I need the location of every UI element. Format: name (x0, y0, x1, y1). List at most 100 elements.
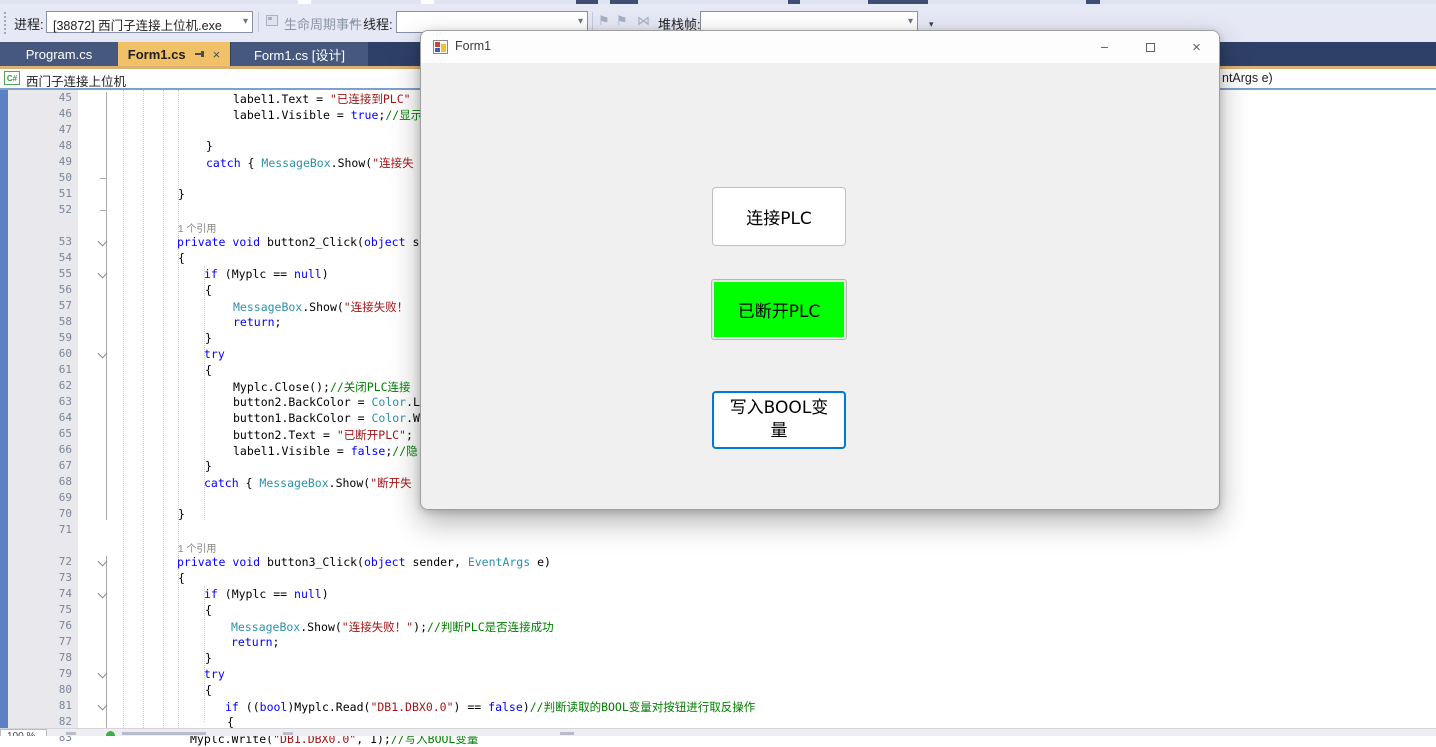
breadcrumb-method-fragment[interactable]: ntArgs e) (1222, 71, 1273, 85)
write-bool-button[interactable]: 写入BOOL变量 (712, 391, 846, 449)
form1-titlebar[interactable]: Form1 − × (421, 31, 1219, 63)
outline-region-tick (100, 178, 107, 179)
fold-chevron-icon[interactable] (98, 669, 108, 679)
disconnect-plc-button[interactable]: 已断开PLC (712, 280, 846, 339)
code-text: button2.Text = "已断开PLC"; (233, 427, 413, 443)
line-number: 67 (12, 459, 72, 472)
fold-chevron-icon[interactable] (98, 701, 108, 711)
code-text: label1.Text = "已连接到PLC" (233, 91, 411, 107)
line-number: 63 (12, 395, 72, 408)
code-text: } (205, 459, 212, 473)
line-number: 48 (12, 139, 72, 152)
form1-client-area: 连接PLC 已断开PLC 写入BOOL变量 (421, 63, 1219, 510)
connect-plc-button[interactable]: 连接PLC (712, 187, 846, 246)
code-text: { (205, 603, 212, 617)
line-number: 47 (12, 123, 72, 136)
fold-chevron-icon[interactable] (98, 557, 108, 567)
code-line[interactable]: 77return; (0, 634, 1436, 650)
zoom-level-control[interactable]: 100 % (0, 729, 47, 736)
code-text: } (205, 331, 212, 345)
chevron-down-icon[interactable]: ▾ (351, 17, 356, 28)
code-line[interactable]: 80 { (0, 682, 1436, 698)
toolbar-fragment (868, 0, 928, 4)
code-text: { (227, 715, 234, 729)
chevron-down-icon[interactable]: ▾ (908, 16, 913, 27)
code-text: } (206, 139, 213, 153)
tab-form1-cs-design[interactable]: Form1.cs [设计] (231, 42, 368, 66)
code-text: { (205, 683, 212, 697)
fold-chevron-icon[interactable] (98, 589, 108, 599)
flag-just-my-code-icon[interactable]: ⚑ (616, 13, 628, 29)
visual-studio-window: 进程: [38872] 西门子连接上位机.exe ▾ 生命周期事件 ▾ 线程: … (0, 0, 1436, 736)
line-number: 72 (12, 555, 72, 568)
code-line[interactable]: 76 MessageBox.Show("连接失败！");//判断PLC是否连接成功 (0, 618, 1436, 634)
code-text: { (178, 571, 185, 585)
line-number: 52 (12, 203, 72, 216)
code-line[interactable]: 81if ((bool)Myplc.Read("DB1.DBX0.0") == … (0, 698, 1436, 714)
maximize-button[interactable] (1128, 31, 1173, 63)
code-line[interactable]: 74 if (Myplc == null) (0, 586, 1436, 602)
toolbar-fragment (788, 0, 800, 4)
status-fragment (283, 732, 293, 735)
code-text: if (Myplc == null) (204, 587, 329, 601)
form1-window[interactable]: Form1 − × 连接PLC 已断开PLC 写入BOOL变量 (420, 30, 1220, 510)
fold-chevron-icon[interactable] (98, 237, 108, 247)
codelens-references[interactable]: 1 个引用 (178, 540, 216, 555)
code-text: private void button2_Click(object s (177, 235, 419, 249)
fold-chevron-icon[interactable] (98, 269, 108, 279)
line-number: 62 (12, 379, 72, 392)
code-text: try (204, 667, 225, 681)
lifecycle-events-icon[interactable] (266, 15, 278, 26)
line-number: 59 (12, 331, 72, 344)
toolbar-grip-handle[interactable] (3, 11, 8, 35)
code-text: try (204, 347, 225, 361)
tab-form1-cs[interactable]: Form1.cs × (118, 42, 230, 66)
line-number: 65 (12, 427, 72, 440)
code-text: MessageBox.Show("连接失败！");//判断PLC是否连接成功 (231, 619, 554, 635)
code-text: } (178, 187, 185, 201)
line-number: 68 (12, 475, 72, 488)
breadcrumb-project[interactable]: 西门子连接上位机 (26, 71, 126, 90)
maximize-icon (1146, 43, 1155, 52)
line-number: 50 (12, 171, 72, 184)
chevron-down-icon[interactable]: ▾ (243, 16, 248, 27)
form1-title: Form1 (455, 39, 491, 53)
close-button[interactable]: × (1174, 31, 1219, 63)
line-number: 45 (12, 91, 72, 104)
codelens-row[interactable]: 1 个引用 (0, 538, 1436, 554)
minimize-button[interactable]: − (1082, 31, 1127, 63)
parallel-stacks-icon[interactable]: ⋈ (637, 13, 650, 29)
code-line[interactable]: 72private void button3_Click(object send… (0, 554, 1436, 570)
line-number: 54 (12, 251, 72, 264)
code-line[interactable]: 73{ (0, 570, 1436, 586)
code-line[interactable]: 71 (0, 522, 1436, 538)
code-text: } (205, 651, 212, 665)
code-line[interactable]: 75 { (0, 602, 1436, 618)
close-icon[interactable]: × (213, 47, 221, 62)
winforms-app-icon (433, 40, 448, 54)
line-number: 79 (12, 667, 72, 680)
code-text: catch { MessageBox.Show("断开失 (204, 475, 412, 491)
flag-threads-icon[interactable]: ⚑ (598, 13, 610, 29)
line-number: 70 (12, 507, 72, 520)
codelens-references[interactable]: 1 个引用 (178, 220, 216, 235)
line-number: 80 (12, 683, 72, 696)
status-fragment (122, 732, 206, 735)
chevron-down-icon[interactable]: ▾ (578, 16, 583, 27)
tab-label: Form1.cs [设计] (254, 45, 345, 64)
code-text: label1.Visible = true;//显示 (233, 107, 422, 123)
fold-chevron-icon[interactable] (98, 349, 108, 359)
line-number: 74 (12, 587, 72, 600)
code-text: { (205, 283, 212, 297)
code-text: { (178, 251, 185, 265)
line-number: 76 (12, 619, 72, 632)
toolbar-overflow-icon[interactable]: ▾ (928, 16, 938, 28)
tab-program-cs[interactable]: Program.cs (0, 42, 118, 66)
code-line[interactable]: 78} (0, 650, 1436, 666)
line-number: 82 (12, 715, 72, 728)
pin-icon[interactable] (195, 49, 205, 59)
code-line[interactable]: 79 try (0, 666, 1436, 682)
code-text: { (205, 363, 212, 377)
line-number: 75 (12, 603, 72, 616)
process-combobox[interactable]: [38872] 西门子连接上位机.exe ▾ (46, 11, 253, 33)
